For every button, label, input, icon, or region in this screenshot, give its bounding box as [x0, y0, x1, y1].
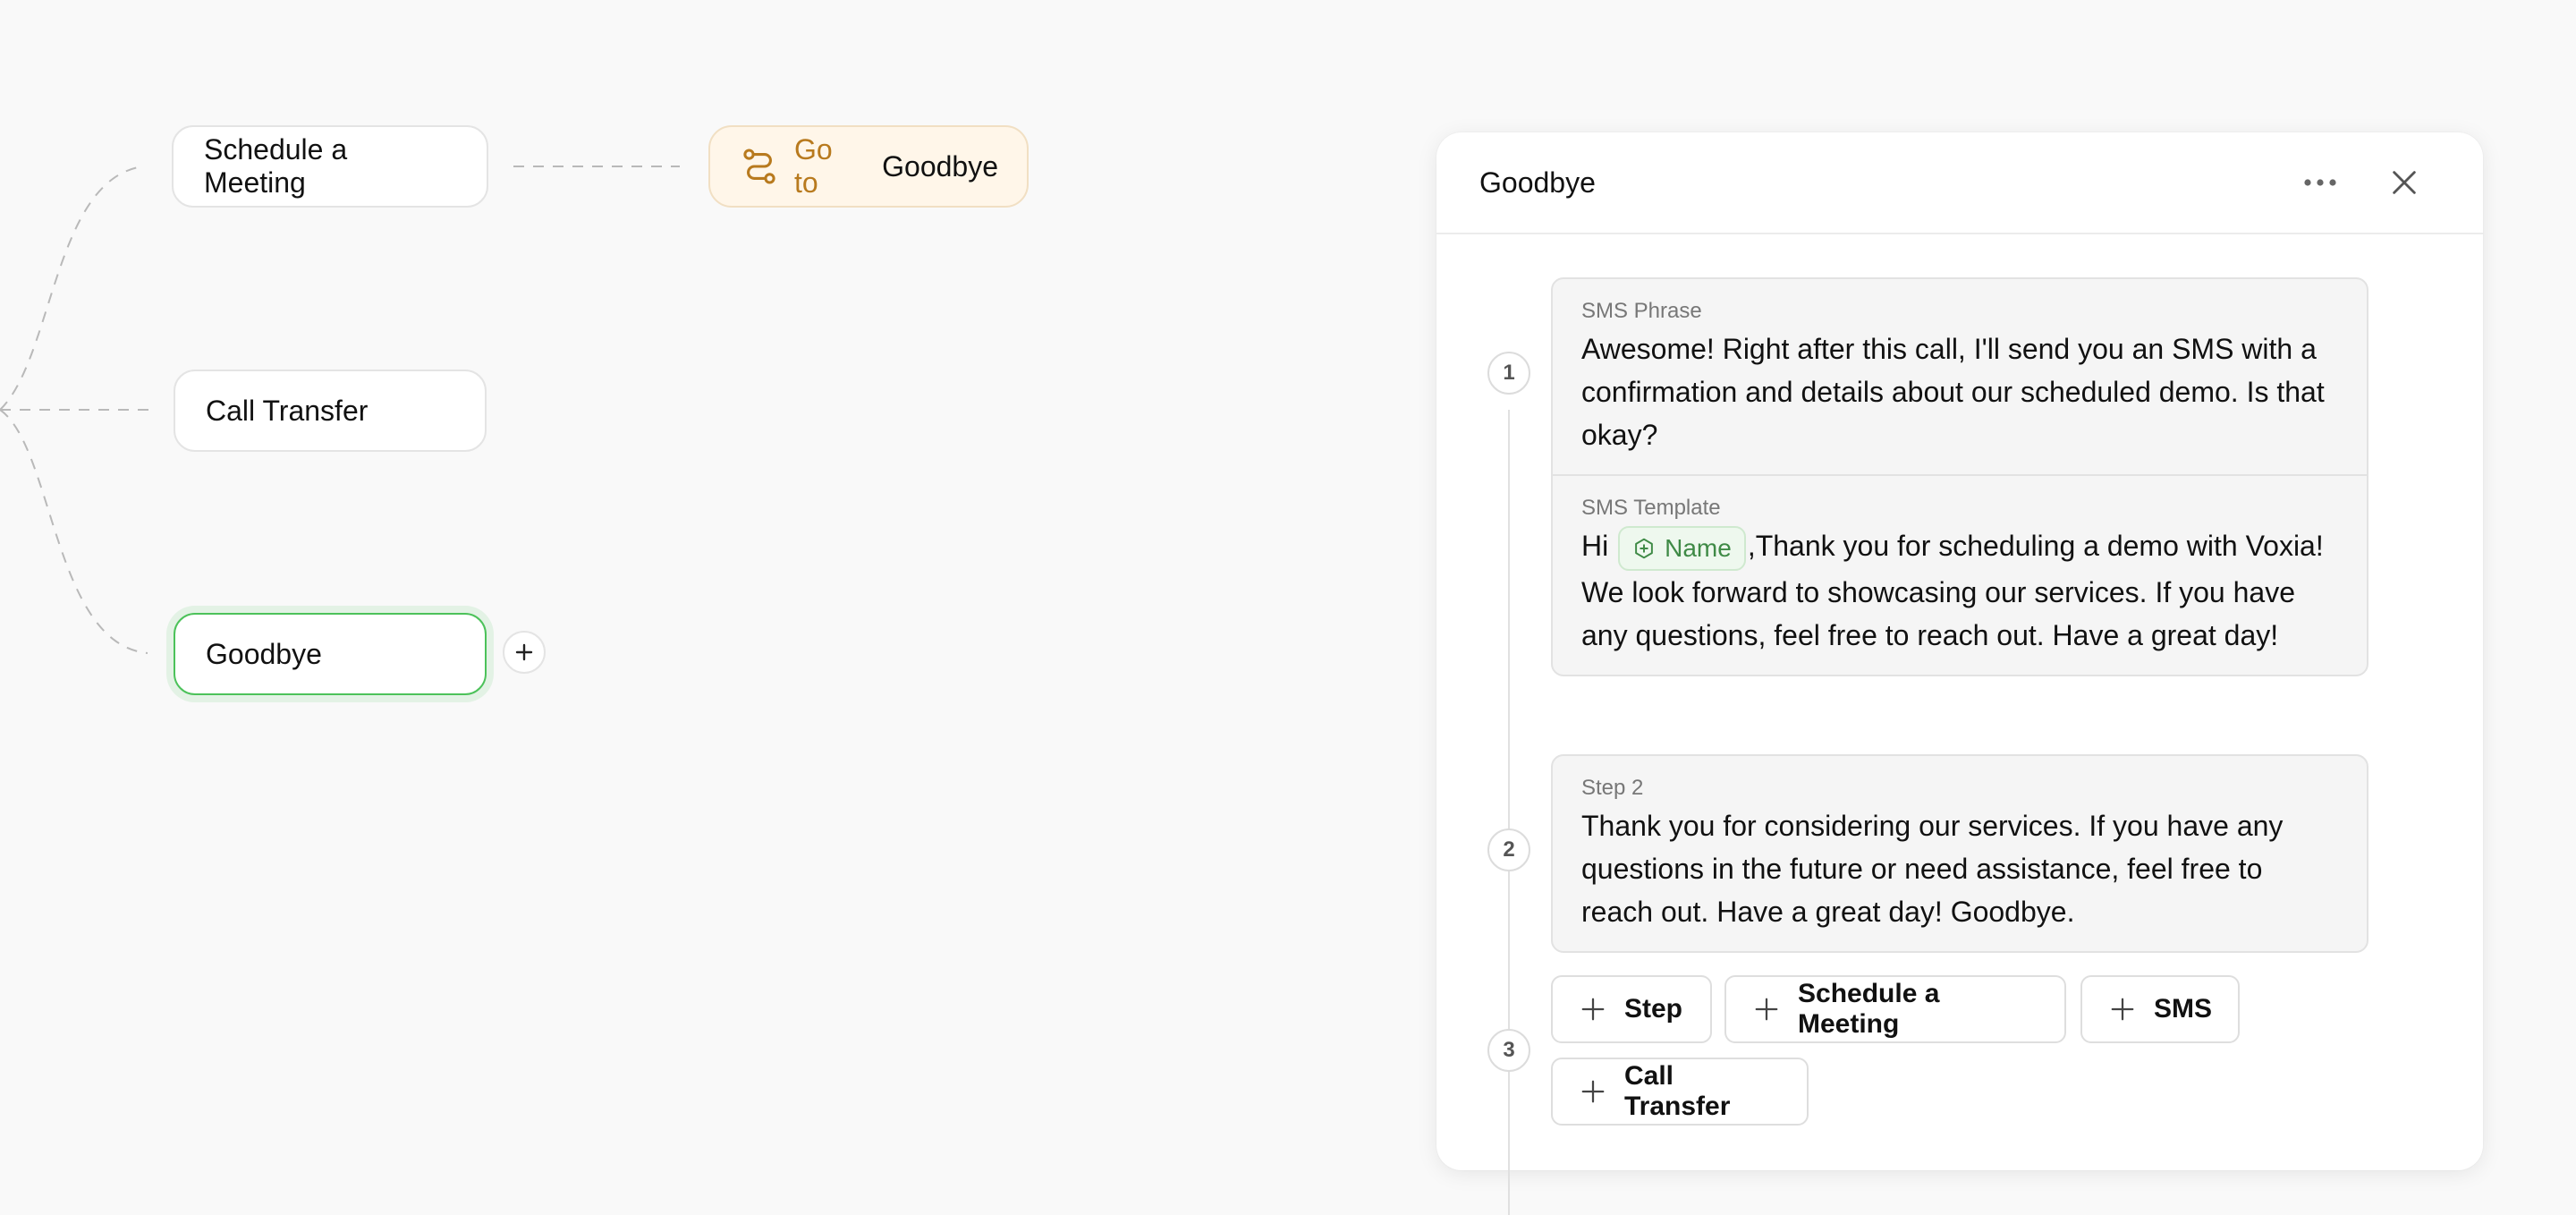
plus-icon: [1580, 1078, 1606, 1105]
route-icon: [739, 146, 780, 187]
node-label: Call Transfer: [206, 394, 369, 427]
add-sms-button[interactable]: SMS: [2080, 975, 2240, 1043]
connector-goodbye: [0, 409, 148, 654]
sms-template-section[interactable]: SMS Template Hi Name ,Thank you for sched…: [1553, 474, 2367, 675]
connector-schedule: [0, 166, 144, 411]
step-card-2[interactable]: Step 2 Thank you for considering our ser…: [1551, 754, 2368, 953]
flow-canvas: Schedule a Meeting Go to Goodbye Call Tr…: [0, 0, 1431, 1204]
more-horizontal-icon: [2302, 177, 2338, 188]
add-step-button[interactable]: Step: [1551, 975, 1712, 1043]
panel-header: Goodbye: [1436, 132, 2483, 234]
plus-icon: [513, 641, 535, 663]
plus-icon: [1580, 996, 1606, 1023]
node-goto-goodbye[interactable]: Go to Goodbye: [708, 125, 1029, 208]
goto-label: Go to: [794, 133, 833, 199]
plus-icon: [1753, 996, 1780, 1023]
section-label: SMS Phrase: [1581, 299, 1702, 323]
close-button[interactable]: [2379, 157, 2429, 208]
step-card-1[interactable]: SMS Phrase Awesome! Right after this cal…: [1551, 277, 2368, 676]
section-label: Step 2: [1581, 776, 1644, 800]
sms-template-text: Hi Name ,Thank you for scheduling a demo …: [1581, 524, 2338, 657]
action-label: Call Transfer: [1624, 1061, 1731, 1121]
flow-connectors: [0, 166, 680, 654]
step-2-text: Thank you for considering our services. …: [1581, 810, 2284, 928]
add-node-button[interactable]: [503, 631, 546, 674]
variable-hexagon-icon: [1632, 537, 1656, 560]
sms-phrase-text: Awesome! Right after this call, I'll sen…: [1581, 333, 2325, 451]
node-label: Schedule a Meeting: [204, 133, 348, 199]
node-call-transfer[interactable]: Call Transfer: [174, 370, 487, 452]
node-goodbye[interactable]: Goodbye: [174, 613, 487, 695]
panel-title: Goodbye: [1479, 166, 1596, 199]
step-number-2: 2: [1487, 828, 1530, 871]
action-label: Step: [1624, 994, 1683, 1024]
template-prefix: Hi: [1581, 530, 1609, 562]
section-label: SMS Template: [1581, 496, 1721, 520]
step-number-3: 3: [1487, 1029, 1530, 1072]
close-icon: [2389, 167, 2419, 198]
action-label: Schedule a Meeting: [1798, 979, 1940, 1039]
plus-icon: [2109, 996, 2136, 1023]
node-details-panel: Goodbye 1 SMS Phrase Awesome! Right afte…: [1436, 132, 2483, 1215]
sms-phrase-section[interactable]: SMS Phrase Awesome! Right after this cal…: [1553, 279, 2367, 474]
node-schedule-meeting[interactable]: Schedule a Meeting: [172, 125, 488, 208]
steps-timeline: [1508, 410, 1510, 1215]
more-options-button[interactable]: [2295, 157, 2345, 208]
add-call-transfer-button[interactable]: Call Transfer: [1551, 1058, 1809, 1126]
goto-target: Goodbye: [882, 149, 998, 183]
variable-label: Name: [1665, 533, 1732, 562]
action-label: SMS: [2154, 994, 2213, 1024]
step-number-1: 1: [1487, 352, 1530, 395]
variable-chip-name[interactable]: Name: [1618, 525, 1746, 571]
node-label: Goodbye: [206, 637, 322, 670]
step-2-section[interactable]: Step 2 Thank you for considering our ser…: [1553, 756, 2367, 951]
add-schedule-meeting-button[interactable]: Schedule a Meeting: [1724, 975, 2066, 1043]
